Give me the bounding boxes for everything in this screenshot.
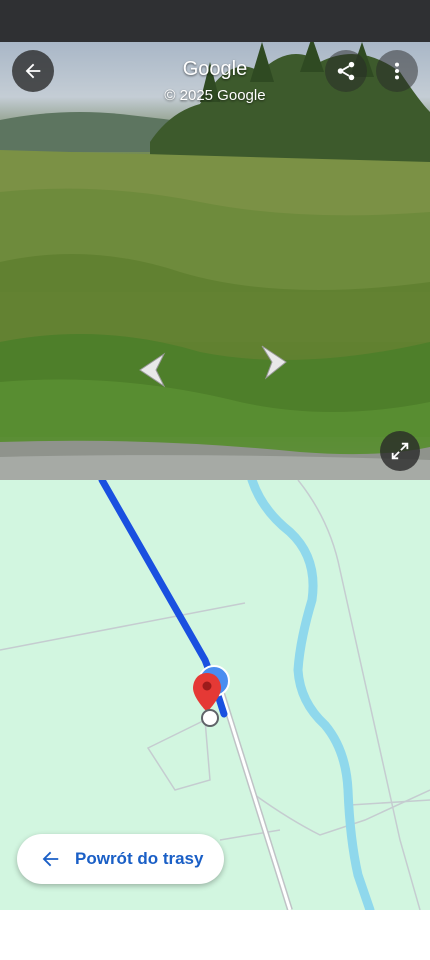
street-view-panorama[interactable] xyxy=(0,42,430,480)
share-button[interactable] xyxy=(325,50,367,92)
share-icon xyxy=(337,61,355,81)
arrow-left-icon xyxy=(25,63,41,79)
back-button[interactable] xyxy=(12,50,54,92)
back-to-route-button[interactable]: Powrót do trasy xyxy=(17,834,224,884)
chevron-left-icon xyxy=(139,352,166,388)
panorama-scenery xyxy=(0,42,430,480)
pano-right-arrow[interactable] xyxy=(258,344,290,380)
pano-left-arrow[interactable] xyxy=(134,352,168,388)
more-options-button[interactable] xyxy=(376,50,418,92)
status-bar xyxy=(0,0,430,42)
expand-icon xyxy=(391,442,409,460)
arrow-left-icon xyxy=(42,851,59,867)
copyright-text: © 2025 Google xyxy=(164,87,266,104)
back-to-route-label: Powrót do trasy xyxy=(75,849,204,868)
bottom-sheet xyxy=(0,910,430,960)
chevron-right-icon xyxy=(261,345,287,380)
red-location-pin-icon xyxy=(193,673,221,712)
more-vertical-icon xyxy=(394,62,400,80)
expand-button[interactable] xyxy=(380,431,420,471)
